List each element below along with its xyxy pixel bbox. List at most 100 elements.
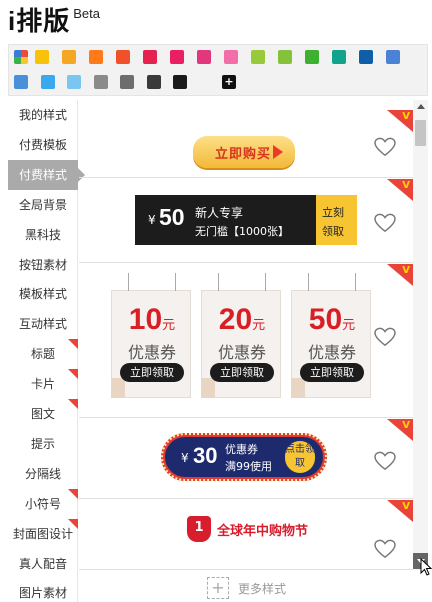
logo-text: i排版	[8, 6, 71, 36]
app-logo: i排版 Beta	[8, 4, 100, 38]
color-swatch[interactable]	[62, 50, 76, 64]
plus-icon: +	[207, 577, 229, 599]
color-swatch[interactable]	[116, 50, 130, 64]
style-card-festival-title[interactable]: V 1 全球年中购物节	[79, 500, 413, 570]
sidebar-item-label: 卡片	[30, 377, 55, 392]
coupon-condition: 满99使用	[225, 460, 272, 473]
claim-now-button[interactable]: 立即领取	[300, 363, 364, 382]
scrollbar-thumb[interactable]	[415, 120, 426, 146]
sidebar-item[interactable]: 小符号	[8, 488, 78, 519]
heart-icon[interactable]	[374, 213, 396, 233]
sidebar-item-label: 付费模板	[18, 137, 67, 152]
coupon-amount: 20元	[218, 303, 266, 336]
sidebar-item-label: 图片素材	[18, 586, 67, 601]
new-flag-icon	[68, 339, 78, 350]
sidebar-item[interactable]: 图片素材	[8, 578, 78, 602]
color-swatch[interactable]	[40, 75, 55, 89]
coupon-amount: 30	[193, 443, 218, 468]
claim-now-button[interactable]: 立即领取	[120, 363, 184, 382]
color-swatch[interactable]	[359, 50, 373, 64]
tag-fold	[291, 378, 305, 398]
scrollbar[interactable]	[413, 100, 428, 570]
sidebar-item[interactable]: 卡片	[8, 369, 78, 399]
color-swatch[interactable]	[251, 50, 265, 64]
color-swatch[interactable]	[224, 50, 238, 64]
color-swatch[interactable]	[332, 50, 346, 64]
heart-icon[interactable]	[374, 539, 396, 559]
style-card-discount-coupon[interactable]: V ¥ 30 优惠券 满99使用 点击领取	[79, 419, 413, 499]
more-styles-button[interactable]: + 更多样式	[207, 577, 286, 599]
color-swatch[interactable]	[67, 75, 81, 89]
sidebar-item[interactable]: 付费模板	[8, 130, 78, 160]
color-swatch[interactable]	[170, 50, 184, 64]
sidebar-item-label: 按钮素材	[18, 257, 67, 272]
vip-corner-badge: V	[387, 419, 413, 441]
heart-icon[interactable]	[374, 327, 396, 347]
claim-button[interactable]: 点击领取	[285, 441, 315, 473]
sidebar-item-label: 我的样式	[18, 108, 67, 122]
yen-symbol: ¥	[148, 213, 156, 227]
discount-coupon: ¥ 30 优惠券 满99使用 点击领取	[161, 433, 327, 481]
heart-icon[interactable]	[374, 137, 396, 157]
sidebar-item[interactable]: 封面图设计	[8, 518, 78, 549]
style-list: V 立即购买 V ¥ 50 新人专享 无门槛【1000张】 立刻 领取 V 10…	[79, 100, 413, 602]
claim-now-button[interactable]: 立即领取	[210, 363, 274, 382]
claim-now-button[interactable]: 立刻 领取	[316, 195, 357, 245]
coupon-label: 优惠券	[127, 343, 176, 362]
coupon-title: 新人专享	[195, 206, 244, 220]
sidebar-item-label: 提示	[30, 436, 55, 451]
color-swatch[interactable]	[35, 50, 49, 64]
heart-icon[interactable]	[374, 451, 396, 471]
scroll-up-arrow-icon[interactable]	[417, 104, 425, 109]
sidebar-item[interactable]: 分隔线	[8, 459, 78, 489]
buy-now-label: 立即购买	[215, 147, 272, 162]
sidebar-item-label: 真人配音	[18, 556, 67, 571]
color-swatch[interactable]	[93, 75, 108, 89]
add-color-button[interactable]: +	[222, 75, 236, 89]
sidebar-item-label: 付费样式	[18, 167, 67, 182]
sidebar-item[interactable]: 黑科技	[8, 220, 78, 250]
yen-symbol: ¥	[181, 451, 189, 465]
color-swatch[interactable]	[305, 50, 319, 64]
beta-label: Beta	[73, 6, 100, 21]
color-swatch[interactable]	[143, 50, 157, 64]
color-swatch[interactable]	[173, 75, 187, 89]
color-swatch[interactable]	[89, 50, 103, 64]
hanging-string	[218, 273, 266, 291]
sidebar-item[interactable]: 真人配音	[8, 549, 78, 579]
sidebar-item-label: 分隔线	[24, 466, 61, 481]
color-swatch-multicolor[interactable]	[14, 50, 28, 64]
color-swatch[interactable]	[120, 75, 134, 89]
new-flag-icon	[68, 399, 78, 409]
color-swatch[interactable]	[386, 50, 400, 64]
sidebar-item[interactable]: 图文	[8, 399, 78, 429]
sidebar-item[interactable]: 标题	[8, 339, 78, 369]
sidebar-item[interactable]: 我的样式	[8, 100, 78, 130]
sidebar-item[interactable]: 模板样式	[8, 279, 78, 309]
sidebar-item-label: 小符号	[24, 496, 61, 511]
style-card-buy-button[interactable]: V 立即购买	[79, 110, 413, 178]
coupon-amount: 50元	[308, 303, 356, 336]
color-swatch[interactable]	[14, 75, 28, 89]
vip-corner-badge: V	[387, 264, 413, 286]
color-swatch[interactable]	[197, 50, 211, 64]
tag-fold	[111, 378, 125, 398]
sidebar-item[interactable]: 全局背景	[8, 190, 78, 220]
coupon-tag: 50元 优惠券 立即领取	[291, 273, 371, 398]
style-card-coupon-tags[interactable]: V 10元 优惠券 立即领取 20元 优惠券 立即领取 50元 优惠券 立即领取	[79, 264, 413, 418]
sidebar-item[interactable]: 按钮素材	[8, 250, 78, 280]
color-palette: +	[8, 44, 428, 96]
color-swatch[interactable]	[146, 75, 161, 89]
style-card-new-user-coupon[interactable]: V ¥ 50 新人专享 无门槛【1000张】 立刻 领取	[79, 179, 413, 263]
sidebar-item[interactable]: 互动样式	[8, 309, 78, 339]
festival-title: 全球年中购物节	[217, 524, 309, 539]
color-swatch[interactable]	[278, 50, 292, 64]
sidebar-item[interactable]: 提示	[8, 429, 78, 459]
sidebar-item[interactable]: 付费样式	[8, 159, 85, 190]
coupon-tag: 20元 优惠券 立即领取	[201, 273, 281, 398]
sidebar-item-label: 黑科技	[24, 227, 61, 242]
play-arrow-icon	[273, 145, 283, 159]
buy-now-button[interactable]: 立即购买	[193, 136, 295, 168]
coupon-tag: 10元 优惠券 立即领取	[111, 273, 191, 398]
mouse-cursor-icon	[420, 558, 432, 576]
